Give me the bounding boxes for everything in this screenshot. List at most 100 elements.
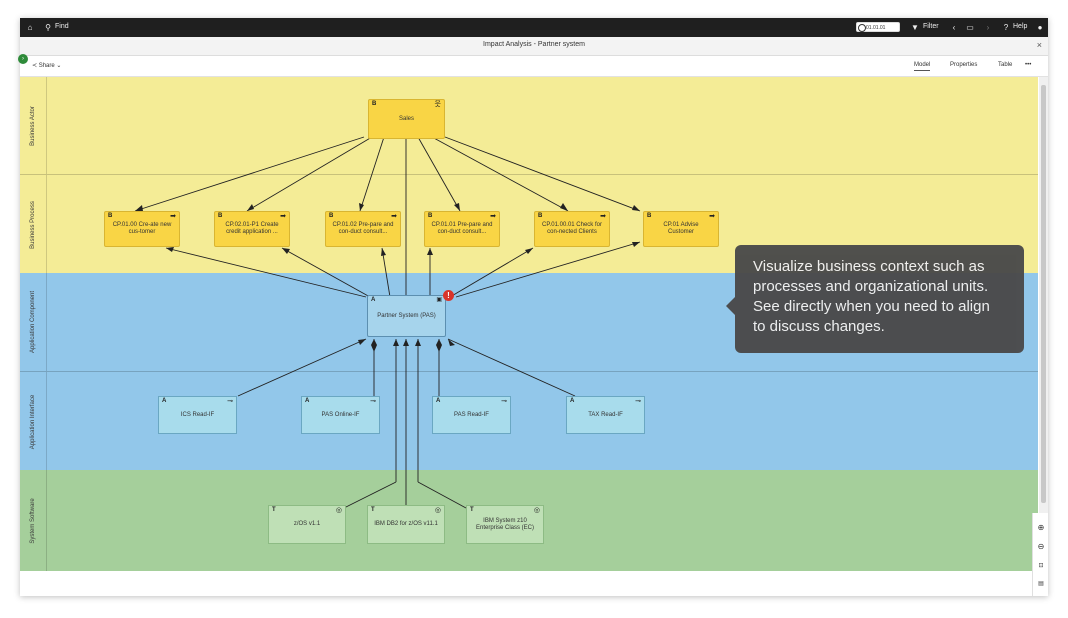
zoom-controls: ⊕ ⊖ ⊡ ▤ [1032,513,1048,596]
tab-table[interactable]: Table [998,62,1012,68]
node-label: Partner System (PAS) [377,312,436,319]
view-toolbar: ≺ Share ⌄ Model Properties Table ••• [20,56,1048,77]
node-type-tag: A [371,297,376,303]
date-value: 01.01.01 [866,25,886,31]
lane-label: Application Interface [30,394,36,449]
filter-icon[interactable]: ▼ [909,22,921,33]
node-type-tag: T [272,507,276,513]
clock-icon [858,24,866,32]
scrollbar-thumb[interactable] [1041,85,1046,503]
lane-label: System Software [30,497,36,544]
arrow-icon: ➡ [600,213,606,220]
node-label: CP.01 Advise Customer [663,222,699,235]
window-icon[interactable]: ▭ [964,22,976,33]
node-label: CP.01.01 Pre-pare and con-duct consult..… [431,222,493,235]
node-label: CP.01.00.01 Check for con-nected Clients [542,222,602,235]
node-partner-system[interactable]: A ▣ Partner System (PAS) [367,295,446,337]
forward-icon[interactable]: › [982,22,994,33]
date-picker[interactable]: 01.01.01 [856,22,900,32]
system-software-icon: ◎ [434,507,441,514]
node-zos[interactable]: T ◎ z/OS v1.1 [268,505,346,544]
title-bar: Impact Analysis - Partner system × [20,37,1048,56]
lane-label: Business Process [30,200,36,249]
node-ics-read-if[interactable]: A ⊸ ICS Read-IF [158,396,237,434]
node-pas-online-if[interactable]: A ⊸ PAS Online-IF [301,396,380,434]
arrow-icon: ➡ [490,213,496,220]
share-label: Share [38,63,55,69]
node-label: Sales [398,115,414,122]
arrow-icon: ➡ [170,213,176,220]
arrow-icon: ➡ [280,213,286,220]
node-tax-read-if[interactable]: A ⊸ TAX Read-IF [566,396,645,434]
export-icon[interactable]: ▤ [1036,579,1046,589]
node-cp0100[interactable]: B ➡ CP.01.00 Cre-ate new cus-tomer [104,211,180,247]
tab-properties[interactable]: Properties [950,62,977,68]
lane-business-actor: Business Actor [20,77,1038,174]
interface-icon: ⊸ [227,398,233,405]
top-bar: ⌂ ⚲ Find 01.01.01 ▼ Filter ‹ ▭ › ? Help … [20,18,1048,37]
system-software-icon: ◎ [335,507,342,514]
node-label: CP.01.02 Pre-pare and con-duct consult..… [332,222,394,235]
share-icon: ≺ [32,63,38,69]
more-options-button[interactable]: ••• [1025,62,1031,68]
tooltip-text: Visualize business context such as proce… [753,258,990,335]
node-type-tag: T [470,507,474,513]
node-pas-read-if[interactable]: A ⊸ PAS Read-IF [432,396,511,434]
window-title: Impact Analysis - Partner system [483,41,585,48]
zoom-in-icon[interactable]: ⊕ [1036,523,1046,533]
find-label[interactable]: Find [55,23,69,30]
home-icon[interactable]: ⌂ [24,22,36,33]
actor-icon: 웃 [434,101,441,108]
fit-to-screen-icon[interactable]: ⊡ [1036,561,1046,571]
node-cp0101[interactable]: B ➡ CP.01.01 Pre-pare and con-duct consu… [424,211,500,247]
node-cp01001[interactable]: B ➡ CP.01.00.01 Check for con-nected Cli… [534,211,610,247]
help-icon[interactable]: ? [1000,22,1012,33]
arrow-icon: ➡ [709,213,715,220]
arrow-icon: ➡ [391,213,397,220]
node-label: ICS Read-IF [180,411,215,418]
node-type-tag: A [162,398,167,404]
node-cp0102[interactable]: B ➡ CP.01.02 Pre-pare and con-duct consu… [325,211,401,247]
user-icon[interactable]: ● [1034,22,1046,33]
node-sales[interactable]: B 웃 Sales [368,99,445,139]
node-type-tag: B [329,213,334,219]
chevron-down-icon: ⌄ [56,63,62,69]
zoom-out-icon[interactable]: ⊖ [1036,542,1046,552]
node-label: PAS Read-IF [454,411,489,418]
node-cp0201[interactable]: B ➡ CP.02.01-P1 Create credit applicatio… [214,211,290,247]
component-icon: ▣ [436,297,442,303]
warning-icon[interactable]: ! [443,290,454,301]
node-ibm-db2[interactable]: T ◎ IBM DB2 for z/OS v11.1 [367,505,445,544]
node-type-tag: T [371,507,375,513]
share-button[interactable]: ≺ Share ⌄ [32,62,61,69]
interface-icon: ⊸ [370,398,376,405]
node-type-tag: A [436,398,441,404]
lane-label: Application Component [30,290,36,354]
close-icon[interactable]: × [1037,40,1042,50]
back-icon[interactable]: ‹ [948,22,960,33]
node-type-tag: A [305,398,310,404]
node-type-tag: B [108,213,113,219]
lane-label: Business Actor [30,105,36,146]
expand-panel-icon[interactable]: › [18,54,28,64]
tab-model[interactable]: Model [914,62,931,71]
node-label: CP.02.01-P1 Create credit application ..… [225,222,279,235]
node-type-tag: B [538,213,543,219]
help-label[interactable]: Help [1013,23,1027,30]
system-software-icon: ◎ [533,507,540,514]
node-label: CP.01.00 Cre-ate new cus-tomer [112,222,172,235]
vertical-scrollbar[interactable] [1039,77,1048,571]
node-type-tag: B [647,213,652,219]
node-cp01-advise[interactable]: B ➡ CP.01 Advise Customer [643,211,719,247]
node-label: TAX Read-IF [588,411,623,418]
node-label: z/OS v1.1 [293,521,321,527]
node-label: PAS Online-IF [321,411,360,418]
node-type-tag: B [428,213,433,219]
search-icon[interactable]: ⚲ [42,22,54,33]
node-type-tag: A [570,398,575,404]
node-label: IBM System z10 Enterprise Class (EC) [475,517,534,531]
interface-icon: ⊸ [635,398,641,405]
filter-label[interactable]: Filter [923,23,939,30]
node-ibm-system-z10[interactable]: T ◎ IBM System z10 Enterprise Class (EC) [466,505,544,544]
info-tooltip: Visualize business context such as proce… [726,245,1024,353]
